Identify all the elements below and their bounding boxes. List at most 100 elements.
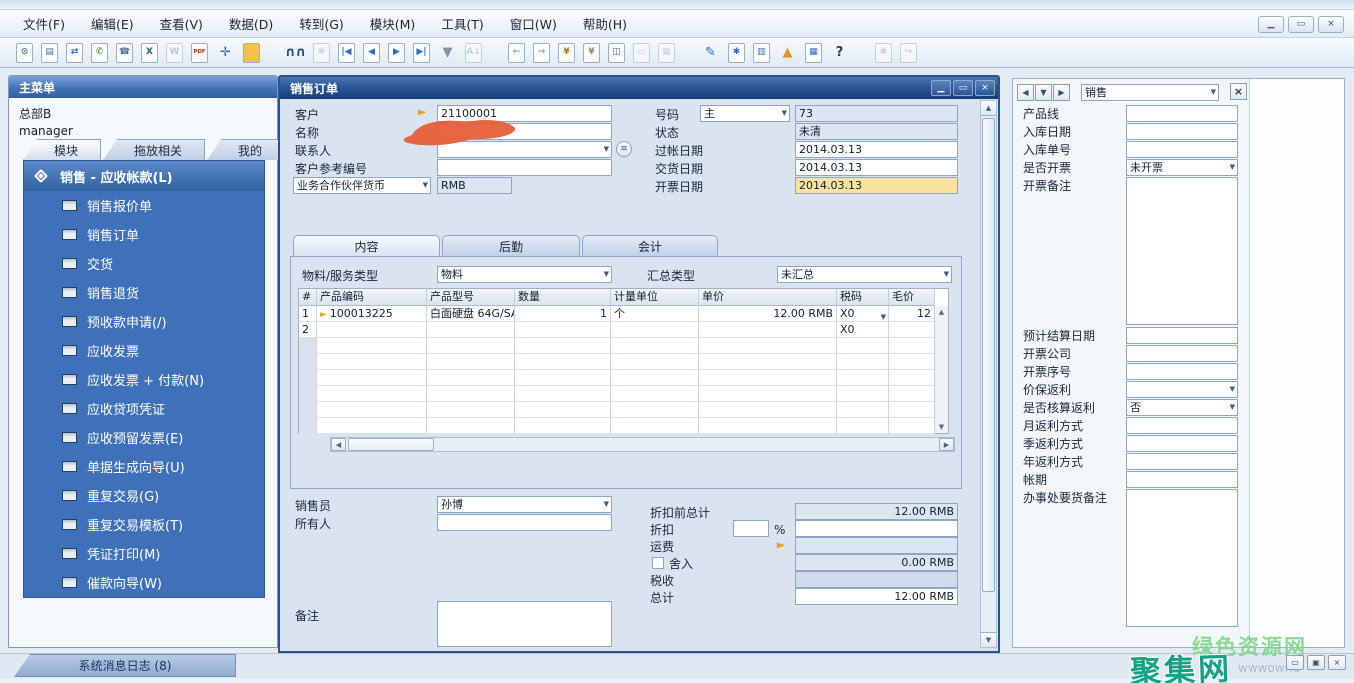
field-input[interactable] — [1126, 105, 1238, 122]
table-cell[interactable] — [299, 402, 317, 418]
next-record-icon[interactable]: ▶ — [1053, 84, 1070, 101]
menu-item[interactable]: 文件(F) — [10, 11, 78, 36]
table-cell[interactable] — [427, 418, 515, 434]
window-vertical-scrollbar[interactable]: ▲ ▼ — [980, 100, 997, 648]
rounding-checkbox[interactable] — [652, 557, 664, 569]
table-cell[interactable] — [837, 370, 889, 386]
module-section-header[interactable]: 销售 - 应收帐款(L) — [24, 161, 264, 191]
table-cell[interactable] — [699, 354, 837, 370]
number-series-select[interactable]: 主▼ — [700, 105, 790, 122]
edit-icon[interactable]: ✎ — [701, 43, 720, 63]
table-cell[interactable]: 12 — [889, 306, 935, 322]
posting-date-input[interactable]: 2014.03.13 — [795, 141, 958, 158]
main-menu-tab[interactable]: 模块 — [23, 139, 101, 160]
tab-accounting[interactable]: 会计 — [582, 235, 718, 257]
alert-icon[interactable]: ▲ — [778, 43, 797, 63]
scroll-down-icon[interactable]: ▼ — [935, 423, 948, 431]
table-cell[interactable] — [317, 386, 427, 402]
calendar-icon[interactable]: ▦ — [805, 43, 822, 63]
delivery-date-input[interactable]: 2014.03.13 — [795, 159, 958, 176]
table-cell[interactable] — [317, 370, 427, 386]
menu-item[interactable]: 窗口(W) — [497, 11, 570, 36]
field-input[interactable] — [1126, 327, 1238, 344]
scroll-left-icon[interactable]: ◀ — [331, 438, 346, 451]
field-input[interactable] — [1126, 345, 1238, 362]
table-cell[interactable] — [427, 402, 515, 418]
sidebar-item[interactable]: 催款向导(W) — [24, 568, 264, 597]
table-cell[interactable] — [889, 386, 935, 402]
query-icon[interactable]: ▥ — [753, 43, 770, 63]
table-cell[interactable] — [427, 322, 515, 338]
money-bag-icon[interactable]: ¥ — [583, 43, 600, 63]
contact-expand-button[interactable]: ≡ — [616, 141, 632, 157]
field-input[interactable] — [1126, 123, 1238, 140]
refresh-icon[interactable]: ⇄ — [66, 43, 83, 63]
table-cell[interactable] — [611, 322, 699, 338]
table-row[interactable] — [299, 354, 948, 370]
table-cell[interactable] — [611, 354, 699, 370]
table-cell[interactable]: ► 100013225 — [317, 306, 427, 322]
table-cell[interactable] — [837, 386, 889, 402]
table-cell[interactable]: 白面硬盘 64G/SA — [427, 306, 515, 322]
restore-icon[interactable]: ▭ — [1288, 16, 1314, 33]
column-header[interactable]: 计量单位 — [611, 289, 699, 306]
table-cell[interactable] — [299, 418, 317, 434]
remarks-textarea[interactable] — [437, 601, 612, 647]
discount-percent-input[interactable] — [733, 520, 769, 537]
sidebar-item[interactable]: 应收发票 + 付款(N) — [24, 365, 264, 394]
table-cell[interactable]: 2 — [299, 322, 317, 338]
field-select[interactable]: 否▼ — [1126, 399, 1238, 416]
table-cell[interactable] — [889, 322, 935, 338]
table-cell[interactable] — [611, 418, 699, 434]
table-cell[interactable] — [427, 338, 515, 354]
close-icon[interactable]: × — [1318, 16, 1344, 33]
table-cell[interactable] — [515, 418, 611, 434]
column-header[interactable]: 数量 — [515, 289, 611, 306]
table-row[interactable] — [299, 370, 948, 386]
sidebar-item[interactable]: 重复交易(G) — [24, 481, 264, 510]
category-select[interactable]: 销售▼ — [1081, 84, 1219, 101]
picture-icon[interactable]: ▦ — [658, 43, 675, 63]
sidebar-item[interactable]: 交货 — [24, 249, 264, 278]
link-arrow-icon[interactable]: ► — [320, 310, 330, 320]
table-cell[interactable] — [837, 354, 889, 370]
add-record-icon[interactable]: ✱ — [313, 43, 330, 63]
table-cell[interactable] — [515, 402, 611, 418]
table-cell[interactable] — [611, 370, 699, 386]
field-textarea[interactable] — [1126, 489, 1238, 627]
table-cell[interactable] — [299, 370, 317, 386]
table-cell[interactable]: 1 — [299, 306, 317, 322]
sidebar-item[interactable]: 凭证打印(M) — [24, 539, 264, 568]
table-cell[interactable]: 1 — [515, 306, 611, 322]
minimize-icon[interactable]: ▁ — [1258, 16, 1284, 33]
table-cell[interactable] — [515, 386, 611, 402]
table-cell[interactable] — [889, 402, 935, 418]
main-menu-tab[interactable]: 我的 — [207, 139, 279, 160]
sidebar-item[interactable]: 预收款申请(/) — [24, 307, 264, 336]
sidebar-item[interactable]: 应收贷项凭证 — [24, 394, 264, 423]
table-cell[interactable] — [699, 338, 837, 354]
table-cell[interactable] — [317, 354, 427, 370]
scroll-up-icon[interactable]: ▲ — [935, 308, 948, 316]
chevron-down-icon[interactable]: ▼ — [881, 310, 886, 322]
table-cell[interactable] — [299, 354, 317, 370]
table-row[interactable] — [299, 386, 948, 402]
fax-icon[interactable]: ☎ — [116, 43, 133, 63]
field-select[interactable]: ▼ — [1126, 381, 1238, 398]
table-cell[interactable] — [299, 386, 317, 402]
tab-contents[interactable]: 内容 — [293, 235, 440, 257]
field-input[interactable] — [1126, 435, 1238, 452]
previous-record-icon[interactable]: ◀ — [363, 43, 380, 63]
scroll-up-icon[interactable]: ▲ — [981, 101, 996, 116]
table-cell[interactable] — [317, 338, 427, 354]
excel-export-icon[interactable]: X — [141, 43, 158, 63]
table-cell[interactable] — [889, 354, 935, 370]
last-record-icon[interactable]: ▶| — [413, 43, 430, 63]
table-cell[interactable]: X0 — [837, 322, 889, 338]
pdf-export-icon[interactable]: PDF — [191, 43, 208, 63]
table-cell[interactable] — [837, 402, 889, 418]
table-cell[interactable] — [699, 386, 837, 402]
move-icon[interactable]: ✛ — [216, 43, 235, 63]
restore-icon[interactable]: ▭ — [953, 80, 973, 96]
field-input[interactable] — [1126, 141, 1238, 158]
